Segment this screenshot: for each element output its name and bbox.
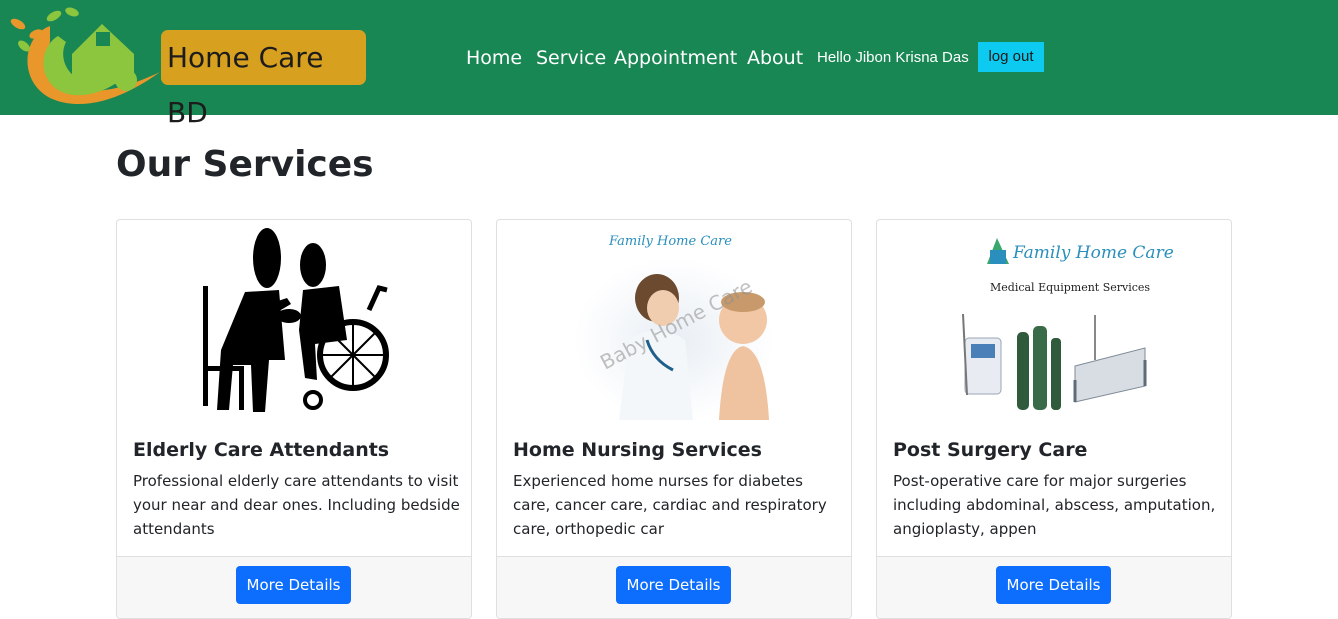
service-card-nursing: Family Home Care Baby Home Care Home Nur… bbox=[496, 219, 852, 619]
user-greeting: Hello Jibon Krisna Das bbox=[817, 49, 969, 66]
service-card-elderly: Elderly Care Attendants Professional eld… bbox=[116, 219, 472, 619]
more-details-button[interactable]: More Details bbox=[236, 566, 351, 604]
photo-subcaption: Medical Equipment Services bbox=[990, 281, 1150, 294]
more-details-button[interactable]: More Details bbox=[996, 566, 1111, 604]
brand-name[interactable]: Home Care BD bbox=[161, 30, 366, 129]
home-nursing-photo: Family Home Care Baby Home Care bbox=[574, 234, 774, 422]
logout-button[interactable]: log out bbox=[978, 42, 1044, 72]
card-description: Experienced home nurses for diabetes car… bbox=[513, 472, 827, 538]
photo-caption: Family Home Care bbox=[1012, 243, 1174, 263]
card-title: Home Nursing Services bbox=[513, 439, 762, 461]
card-title: Elderly Care Attendants bbox=[133, 439, 390, 461]
navbar: Home Care BD Home Service Appointment Ab… bbox=[0, 0, 1338, 129]
nav-home[interactable]: Home bbox=[466, 45, 522, 71]
nav-service[interactable]: Service bbox=[536, 45, 606, 71]
card-description: Professional elderly care attendants to … bbox=[133, 472, 460, 538]
service-card-post-surgery: Family Home Care Medical Equipment Servi… bbox=[876, 219, 1232, 619]
more-details-button[interactable]: More Details bbox=[616, 566, 731, 604]
card-title: Post Surgery Care bbox=[893, 439, 1088, 461]
elderly-care-icon bbox=[203, 228, 389, 412]
photo-caption: Family Home Care bbox=[608, 234, 732, 249]
nav-appointment[interactable]: Appointment bbox=[614, 45, 737, 71]
card-footer: More Details bbox=[497, 556, 851, 618]
card-footer: More Details bbox=[117, 556, 471, 618]
home-care-logo[interactable] bbox=[10, 6, 168, 110]
medical-equipment-photo: Family Home Care Medical Equipment Servi… bbox=[962, 238, 1174, 410]
card-description: Post-operative care for major surgeries … bbox=[893, 472, 1216, 538]
nav-about[interactable]: About bbox=[747, 45, 803, 71]
page-title: Our Services bbox=[116, 144, 374, 185]
card-footer: More Details bbox=[877, 556, 1231, 618]
